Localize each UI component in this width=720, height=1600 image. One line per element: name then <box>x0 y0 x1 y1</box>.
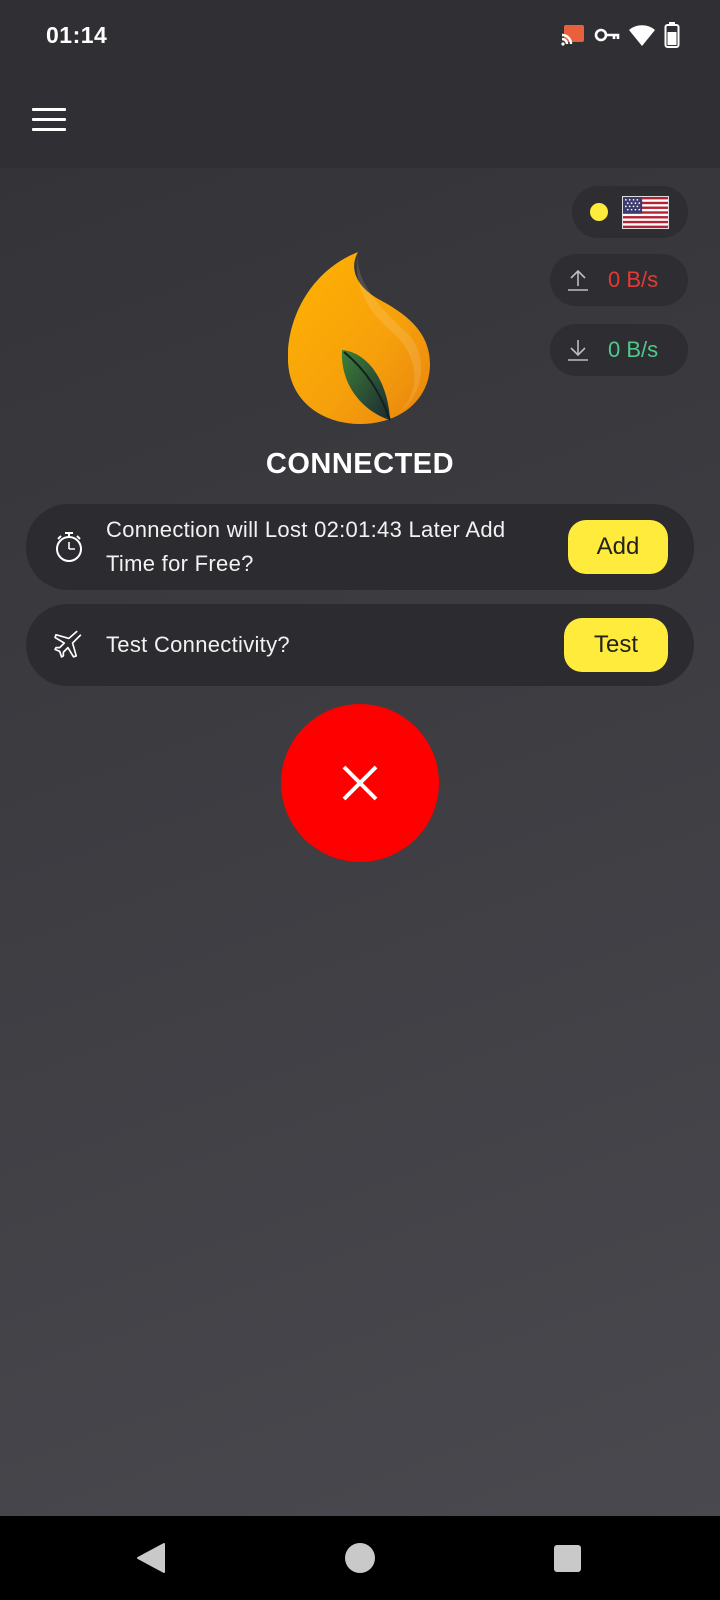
vpn-key-icon <box>594 28 620 42</box>
add-time-text: Connection will Lost 02:01:43 Later Add … <box>106 517 506 576</box>
app-bar <box>0 72 720 168</box>
add-time-button[interactable]: Add <box>568 520 668 574</box>
test-connectivity-card: Test Connectivity? Test <box>26 604 694 686</box>
server-selector[interactable] <box>572 186 688 238</box>
status-icons <box>560 20 680 50</box>
home-icon[interactable] <box>345 1543 375 1573</box>
upload-icon <box>568 269 588 291</box>
us-flag-icon <box>622 195 669 229</box>
download-speed-chip: 0 B/s <box>550 324 688 376</box>
recents-icon[interactable] <box>554 1545 581 1572</box>
flame-logo-icon <box>288 252 430 424</box>
hamburger-menu-icon[interactable] <box>28 98 70 140</box>
status-time: 01:14 <box>46 22 108 48</box>
cast-icon <box>561 25 584 46</box>
airplane-icon <box>54 630 82 658</box>
wifi-icon <box>629 25 655 46</box>
upload-speed-chip: 0 B/s <box>550 254 688 306</box>
upload-speed-value: 0 B/s <box>608 267 659 292</box>
disconnect-button[interactable] <box>281 704 439 862</box>
test-connectivity-text: Test Connectivity? <box>106 632 290 657</box>
close-icon <box>342 765 378 801</box>
battery-icon <box>664 22 680 48</box>
download-icon <box>568 340 588 361</box>
stopwatch-icon <box>56 532 82 562</box>
add-time-card: Connection will Lost 02:01:43 Later Add … <box>26 504 694 590</box>
back-icon[interactable] <box>136 1542 166 1574</box>
connection-status-title: CONNECTED <box>265 448 455 480</box>
download-speed-value: 0 B/s <box>608 337 659 362</box>
connection-indicator-dot <box>590 203 608 221</box>
status-bar: 01:14 <box>0 0 720 72</box>
system-nav-bar <box>0 1516 720 1600</box>
test-connectivity-button[interactable]: Test <box>564 618 668 672</box>
